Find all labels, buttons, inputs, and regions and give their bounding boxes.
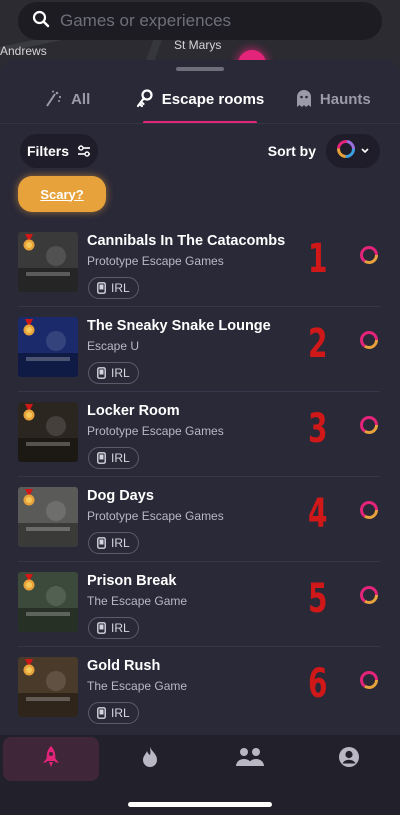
profile-icon bbox=[338, 746, 360, 773]
rank-number: 5 bbox=[308, 576, 328, 622]
chevron-down-icon bbox=[360, 147, 370, 155]
rating-ring-icon bbox=[336, 139, 356, 164]
medal-icon bbox=[23, 319, 35, 336]
badge-label: IRL bbox=[111, 621, 130, 635]
company-name: Escape U bbox=[87, 339, 140, 353]
rank-number: 1 bbox=[308, 236, 328, 282]
phone-icon bbox=[97, 622, 106, 634]
medal-icon bbox=[23, 489, 35, 506]
game-title[interactable]: Dog Days bbox=[87, 488, 154, 504]
divider bbox=[0, 123, 400, 124]
company-name: Prototype Escape Games bbox=[87, 424, 224, 438]
tab-label: Escape rooms bbox=[161, 90, 265, 108]
badge-label: IRL bbox=[111, 366, 130, 380]
key-icon bbox=[136, 89, 154, 109]
nav-profile[interactable] bbox=[301, 737, 397, 781]
rank-number: 2 bbox=[308, 321, 328, 367]
phone-icon bbox=[97, 367, 106, 379]
nav-trending[interactable] bbox=[102, 737, 198, 781]
badge-label: IRL bbox=[111, 451, 130, 465]
company-name: Prototype Escape Games bbox=[87, 254, 224, 268]
company-name: The Escape Game bbox=[87, 679, 188, 693]
phone-icon bbox=[97, 452, 106, 464]
game-thumbnail[interactable] bbox=[18, 317, 78, 377]
game-thumbnail[interactable] bbox=[18, 657, 78, 717]
phone-icon bbox=[97, 707, 106, 719]
filters-label: Filters bbox=[26, 143, 69, 159]
sparkle-icon bbox=[43, 90, 63, 108]
game-thumbnail[interactable] bbox=[18, 232, 78, 292]
map-label: Andrews bbox=[0, 44, 47, 58]
phone-icon bbox=[97, 282, 106, 294]
company-name: The Escape Game bbox=[87, 594, 188, 608]
list-item[interactable]: Locker Room Prototype Escape Games IRL 3 bbox=[18, 392, 380, 477]
irl-badge: IRL bbox=[88, 362, 139, 384]
tab-label: All bbox=[71, 90, 91, 108]
search-icon bbox=[32, 10, 50, 33]
results-list: Cannibals In The Catacombs Prototype Esc… bbox=[0, 222, 400, 732]
rank-number: 3 bbox=[308, 406, 328, 452]
game-title[interactable]: The Sneaky Snake Lounge bbox=[87, 318, 271, 334]
list-item[interactable]: Prison Break The Escape Game IRL 5 bbox=[18, 562, 380, 647]
home-indicator bbox=[128, 802, 272, 807]
nav-friends[interactable] bbox=[202, 737, 298, 781]
game-thumbnail[interactable] bbox=[18, 402, 78, 462]
game-title[interactable]: Prison Break bbox=[87, 573, 176, 589]
game-thumbnail[interactable] bbox=[18, 572, 78, 632]
rating-ring-icon[interactable] bbox=[358, 669, 380, 691]
rating-ring-icon[interactable] bbox=[358, 414, 380, 436]
game-title[interactable]: Gold Rush bbox=[87, 658, 160, 674]
filters-button[interactable]: Filters bbox=[20, 134, 98, 168]
ghost-icon bbox=[296, 90, 312, 108]
list-item[interactable]: Dog Days Prototype Escape Games IRL 4 bbox=[18, 477, 380, 562]
medal-icon bbox=[23, 404, 35, 421]
tab-label: Haunts bbox=[319, 90, 371, 108]
tab-haunts[interactable]: Haunts bbox=[267, 76, 400, 122]
people-icon bbox=[235, 747, 265, 772]
company-name: Prototype Escape Games bbox=[87, 509, 224, 523]
map-label: St Marys bbox=[174, 38, 222, 52]
rank-number: 6 bbox=[308, 661, 328, 707]
toolbar: Filters Sort by bbox=[0, 134, 400, 168]
rating-ring-icon[interactable] bbox=[358, 244, 380, 266]
sort-dropdown[interactable] bbox=[326, 134, 380, 168]
game-title[interactable]: Cannibals In The Catacombs bbox=[87, 233, 285, 249]
sheet-grabber[interactable] bbox=[176, 67, 224, 71]
rank-number: 4 bbox=[308, 491, 328, 537]
medal-icon bbox=[23, 574, 35, 591]
sliders-icon bbox=[77, 145, 91, 157]
list-item[interactable]: Gold Rush The Escape Game IRL 6 bbox=[18, 647, 380, 732]
list-item[interactable]: Cannibals In The Catacombs Prototype Esc… bbox=[18, 222, 380, 307]
tab-all[interactable]: All bbox=[0, 76, 133, 122]
medal-icon bbox=[23, 659, 35, 676]
irl-badge: IRL bbox=[88, 617, 139, 639]
tab-escape-rooms[interactable]: Escape rooms bbox=[133, 76, 266, 124]
flame-icon bbox=[141, 746, 159, 773]
rating-ring-icon[interactable] bbox=[358, 499, 380, 521]
irl-badge: IRL bbox=[88, 532, 139, 554]
search-bar[interactable] bbox=[18, 2, 382, 40]
category-tabs: All Escape rooms Haunts bbox=[0, 76, 400, 124]
sort-label: Sort by bbox=[267, 143, 316, 159]
badge-label: IRL bbox=[111, 536, 130, 550]
nav-explore[interactable] bbox=[3, 737, 99, 781]
game-thumbnail[interactable] bbox=[18, 487, 78, 547]
list-item[interactable]: The Sneaky Snake Lounge Escape U IRL 2 bbox=[18, 307, 380, 392]
rocket-icon bbox=[41, 745, 61, 774]
rating-ring-icon[interactable] bbox=[358, 584, 380, 606]
medal-icon bbox=[23, 234, 35, 251]
scary-chip[interactable]: Scary? bbox=[18, 176, 106, 212]
irl-badge: IRL bbox=[88, 447, 139, 469]
rating-ring-icon[interactable] bbox=[358, 329, 380, 351]
badge-label: IRL bbox=[111, 706, 130, 720]
badge-label: IRL bbox=[111, 281, 130, 295]
game-title[interactable]: Locker Room bbox=[87, 403, 180, 419]
irl-badge: IRL bbox=[88, 277, 139, 299]
search-input[interactable] bbox=[60, 11, 360, 31]
irl-badge: IRL bbox=[88, 702, 139, 724]
phone-icon bbox=[97, 537, 106, 549]
